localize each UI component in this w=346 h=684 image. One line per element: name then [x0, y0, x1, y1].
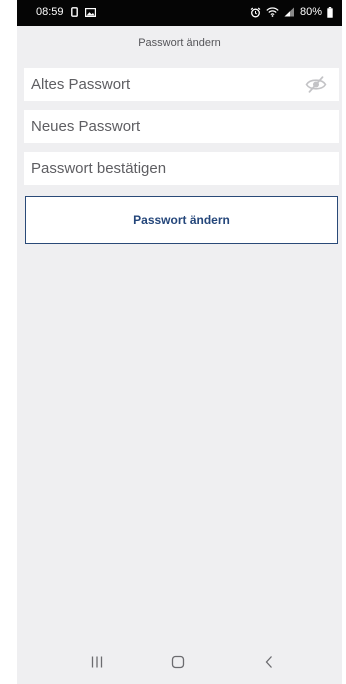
- image-icon: [84, 7, 96, 17]
- sim-icon: [70, 7, 78, 17]
- status-time: 08:59: [36, 6, 64, 18]
- status-bar-right: 80%: [250, 6, 333, 18]
- confirm-password-field-container: [24, 152, 339, 185]
- home-button[interactable]: [148, 644, 208, 684]
- phone-frame: 08:59 80% Passwort ändern Passwort änder…: [0, 0, 346, 684]
- recent-apps-icon: [90, 655, 104, 674]
- system-nav-bar: [17, 644, 342, 684]
- old-password-field-container: [24, 68, 339, 101]
- back-icon: [264, 655, 274, 674]
- page-title: Passwort ändern: [138, 37, 221, 49]
- app-screen: 08:59 80% Passwort ändern Passwort änder…: [17, 0, 342, 684]
- confirm-password-field[interactable]: [24, 152, 339, 185]
- home-icon: [171, 655, 185, 674]
- status-bar: 08:59 80%: [17, 0, 342, 26]
- change-password-button[interactable]: Passwort ändern: [25, 196, 338, 244]
- wifi-icon: [266, 7, 279, 17]
- eye-slash-icon[interactable]: [305, 76, 327, 93]
- battery-icon: [327, 6, 333, 18]
- old-password-field[interactable]: [24, 68, 339, 101]
- back-button[interactable]: [239, 644, 299, 684]
- recent-apps-button[interactable]: [67, 644, 127, 684]
- battery-percentage: 80%: [299, 6, 322, 18]
- new-password-field[interactable]: [24, 110, 339, 143]
- status-bar-left: 08:59: [36, 6, 96, 18]
- new-password-field-container: [24, 110, 339, 143]
- signal-icon: [284, 7, 295, 17]
- alarm-icon: [250, 7, 261, 18]
